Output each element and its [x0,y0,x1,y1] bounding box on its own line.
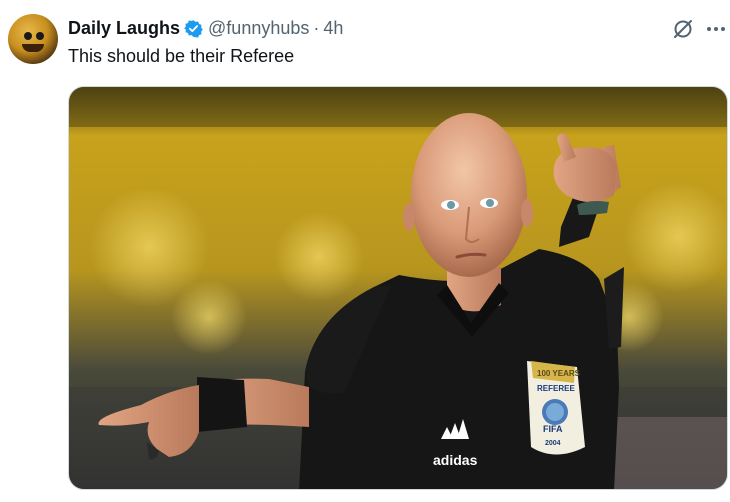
badge-line1: 100 YEARS [537,369,581,378]
badge-line2: REFEREE [537,384,575,393]
grok-icon[interactable] [671,17,695,41]
author-handle[interactable]: @funnyhubs [208,18,309,39]
more-options-icon[interactable] [704,17,728,41]
verified-badge-icon[interactable] [184,19,203,38]
author-avatar[interactable] [8,14,58,64]
badge-line3: FIFA [543,424,563,434]
separator-dot: · [313,17,320,38]
referee-photo: 100 YEARS REFEREE FIFA 2004 adidas [69,87,727,489]
author-name[interactable]: Daily Laughs [68,18,180,39]
avatar-mouth [22,44,44,52]
tweet-header: Daily Laughs @funnyhubs · 4h [68,16,343,40]
avatar-eye-right [36,32,44,40]
tweet-text: This should be their Referee [68,46,295,66]
avatar-eye-left [24,32,32,40]
tweet-media-photo[interactable]: 100 YEARS REFEREE FIFA 2004 adidas [68,86,728,490]
tweet-timestamp[interactable]: 4h [323,18,343,39]
kit-brand-logo: adidas [433,452,478,468]
badge-line4: 2004 [545,440,561,447]
